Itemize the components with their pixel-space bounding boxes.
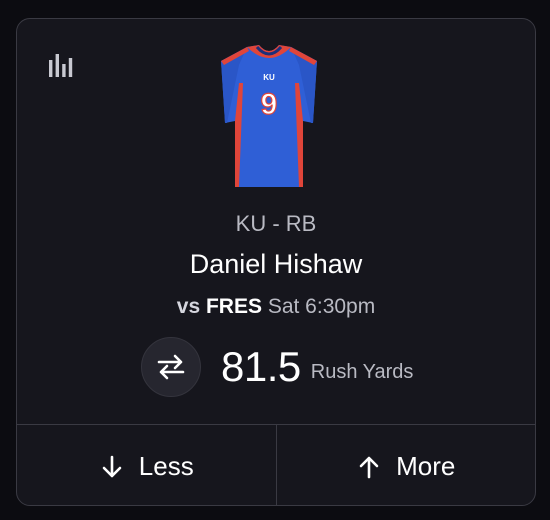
more-label: More: [396, 451, 456, 481]
matchup-time: Sat 6:30pm: [267, 295, 376, 318]
matchup-line: vs FRES Sat 6:30pm: [17, 295, 535, 319]
matchup-vs: vs: [176, 295, 201, 318]
projection-row: 81.5 Rush Yards: [141, 335, 413, 399]
swap-button[interactable]: [141, 337, 201, 397]
arrow-up-icon: [359, 456, 379, 478]
team-position: KU - RB: [235, 211, 317, 236]
less-button[interactable]: Less: [17, 425, 276, 505]
jersey-number: 9: [261, 88, 278, 121]
projection-value: 81.5: [221, 343, 301, 390]
more-button[interactable]: More: [275, 425, 536, 505]
jersey-team-text: KU: [263, 73, 275, 82]
pick-buttons: Less More: [17, 424, 536, 505]
stat-type: Rush Yards: [310, 360, 414, 383]
jersey-image: KU 9: [221, 45, 317, 187]
less-label: Less: [138, 451, 194, 481]
arrow-down-icon: [102, 455, 122, 477]
bar-chart-icon: [49, 54, 73, 77]
stats-button[interactable]: [47, 51, 77, 81]
projection-card: KU 9 KU - RB Daniel Hishaw vs FRES Sat 6…: [16, 18, 536, 506]
player-name: Daniel Hishaw: [189, 249, 363, 279]
matchup-opponent: FRES: [205, 295, 262, 318]
swap-arrows-icon: [157, 354, 185, 380]
